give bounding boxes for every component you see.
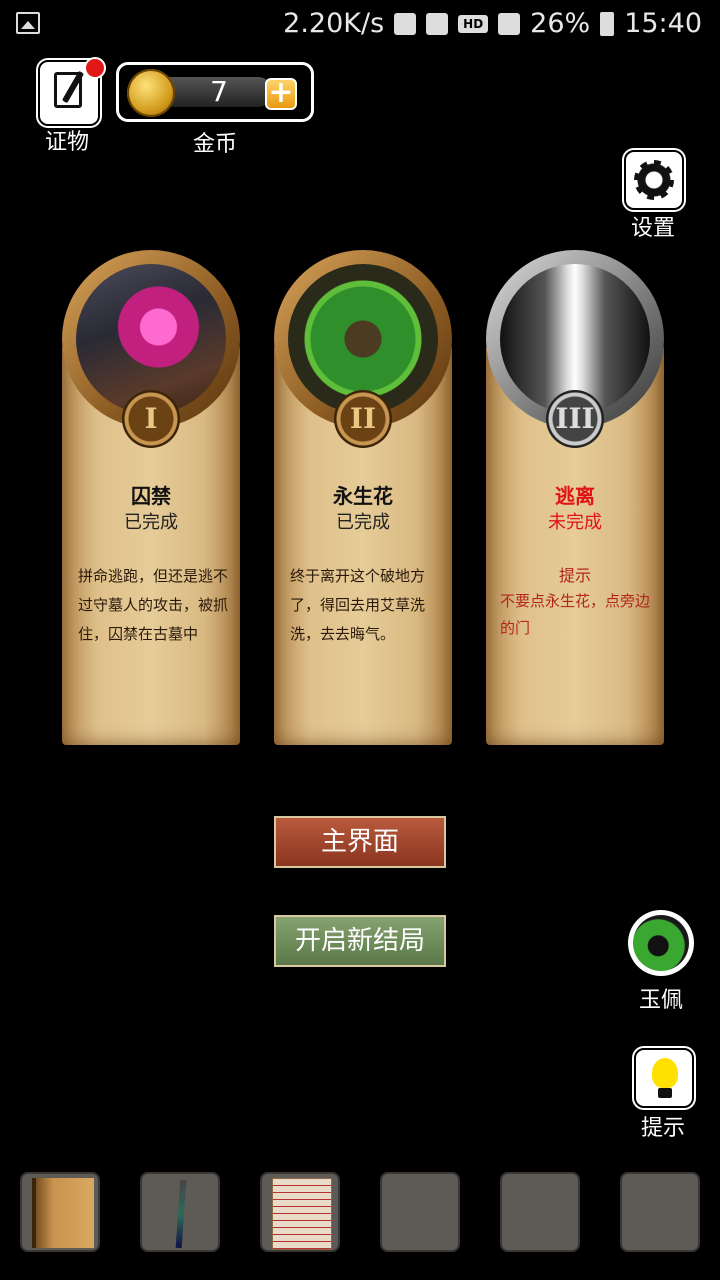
document-item-icon <box>272 1178 332 1250</box>
status-bar: 2.20K/s HD 26% 15:40 <box>0 0 720 50</box>
sword-item-icon <box>175 1179 187 1249</box>
add-coins-button[interactable]: + <box>265 78 297 110</box>
wifi-icon <box>498 12 521 35</box>
jade-icon <box>633 915 689 971</box>
inventory-slot-6[interactable] <box>620 1172 700 1252</box>
card-description: 拼命逃跑，但还是逃不过守墓人的攻击，被抓住，囚禁在古墓中 <box>78 567 229 643</box>
coin-count: 7 <box>210 75 228 108</box>
coin-icon <box>127 69 175 117</box>
new-ending-button[interactable]: 开启新结局 <box>274 915 446 967</box>
hint-button[interactable] <box>634 1048 694 1108</box>
card-status: 已完成 <box>336 512 390 533</box>
inventory-slot-4[interactable] <box>380 1172 460 1252</box>
hint-text: 不要点永生花，点旁边的门 <box>500 592 651 637</box>
ending-card-3[interactable]: III 逃离 未完成 提示 不要点永生花，点旁边的门 <box>486 250 664 750</box>
numeral-badge: II <box>334 390 392 448</box>
network-speed: 2.20K/s <box>283 8 385 39</box>
card-title: 囚禁 <box>131 484 171 508</box>
book-item-icon <box>32 1178 94 1248</box>
gear-icon <box>634 160 674 200</box>
inventory-slot-5[interactable] <box>500 1172 580 1252</box>
hint-label-side: 提示 <box>640 1116 685 1141</box>
settings-button[interactable] <box>624 150 684 210</box>
card-title: 永生花 <box>333 484 393 508</box>
coins-label: 金币 <box>192 132 237 157</box>
nfc-icon <box>394 12 417 35</box>
gallery-icon <box>16 12 40 34</box>
ending-card-1[interactable]: I 囚禁 已完成 拼命逃跑，但还是逃不过守墓人的攻击，被抓住，囚禁在古墓中 <box>62 250 240 750</box>
ending-card-2[interactable]: II 永生花 已完成 终于离开这个破地方了，得回去用艾草洗洗，去去晦气。 <box>274 250 452 750</box>
numeral-badge: III <box>546 390 604 448</box>
lightbulb-icon <box>652 1058 678 1088</box>
card-status: 已完成 <box>124 512 178 533</box>
hint-label: 提示 <box>558 566 591 585</box>
jade-label: 玉佩 <box>638 988 683 1013</box>
main-menu-button[interactable]: 主界面 <box>274 816 446 868</box>
card-title: 逃离 <box>555 484 595 508</box>
numeral-badge: I <box>122 390 180 448</box>
jade-pendant-button[interactable] <box>628 910 694 976</box>
battery-icon <box>600 11 615 36</box>
notification-dot <box>84 57 106 79</box>
hd-icon: HD <box>458 14 489 33</box>
clock: 15:40 <box>624 8 702 39</box>
evidence-label: 证物 <box>44 130 89 155</box>
inventory-slot-1[interactable] <box>20 1172 100 1252</box>
inventory-slot-3[interactable] <box>260 1172 340 1252</box>
mute-icon <box>426 12 449 35</box>
card-description: 终于离开这个破地方了，得回去用艾草洗洗，去去晦气。 <box>290 567 426 643</box>
settings-label: 设置 <box>630 216 675 241</box>
status-right: 2.20K/s HD 26% 15:40 <box>283 8 702 39</box>
lightbulb-base <box>658 1088 672 1098</box>
inventory-slot-2[interactable] <box>140 1172 220 1252</box>
card-status: 未完成 <box>548 512 602 533</box>
coin-counter: 7 + <box>116 62 314 122</box>
battery-percent: 26% <box>530 8 591 39</box>
